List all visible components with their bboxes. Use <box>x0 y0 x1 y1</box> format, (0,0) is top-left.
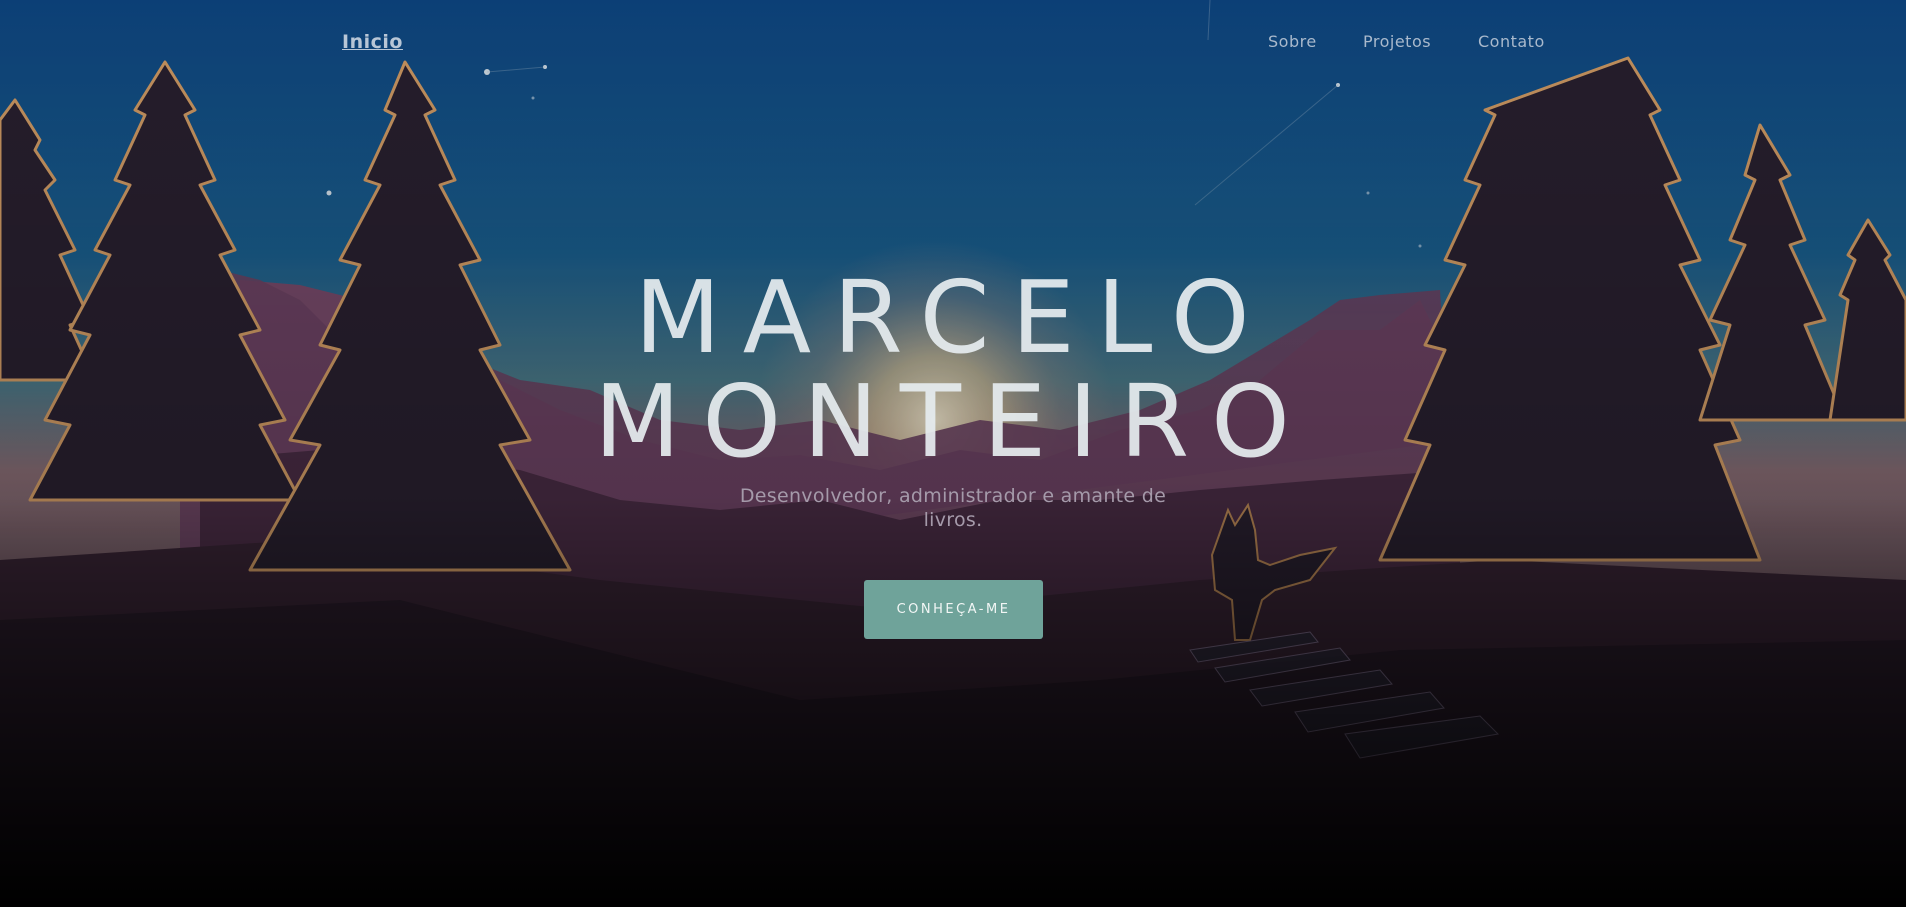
conheca-me-button[interactable]: CONHEÇA-ME <box>864 580 1043 639</box>
hero-title-first-name: MARCELO <box>634 259 1272 376</box>
hero-subtitle: Desenvolvedor, administrador e amante de… <box>739 485 1167 531</box>
hero-title-last-name: MONTEIRO <box>594 363 1312 480</box>
nav-brand-home-link[interactable]: Inicio <box>342 31 403 53</box>
nav-link-contato[interactable]: Contato <box>1478 32 1545 51</box>
nav-link-projetos[interactable]: Projetos <box>1363 32 1431 51</box>
nav-link-sobre[interactable]: Sobre <box>1268 32 1317 51</box>
